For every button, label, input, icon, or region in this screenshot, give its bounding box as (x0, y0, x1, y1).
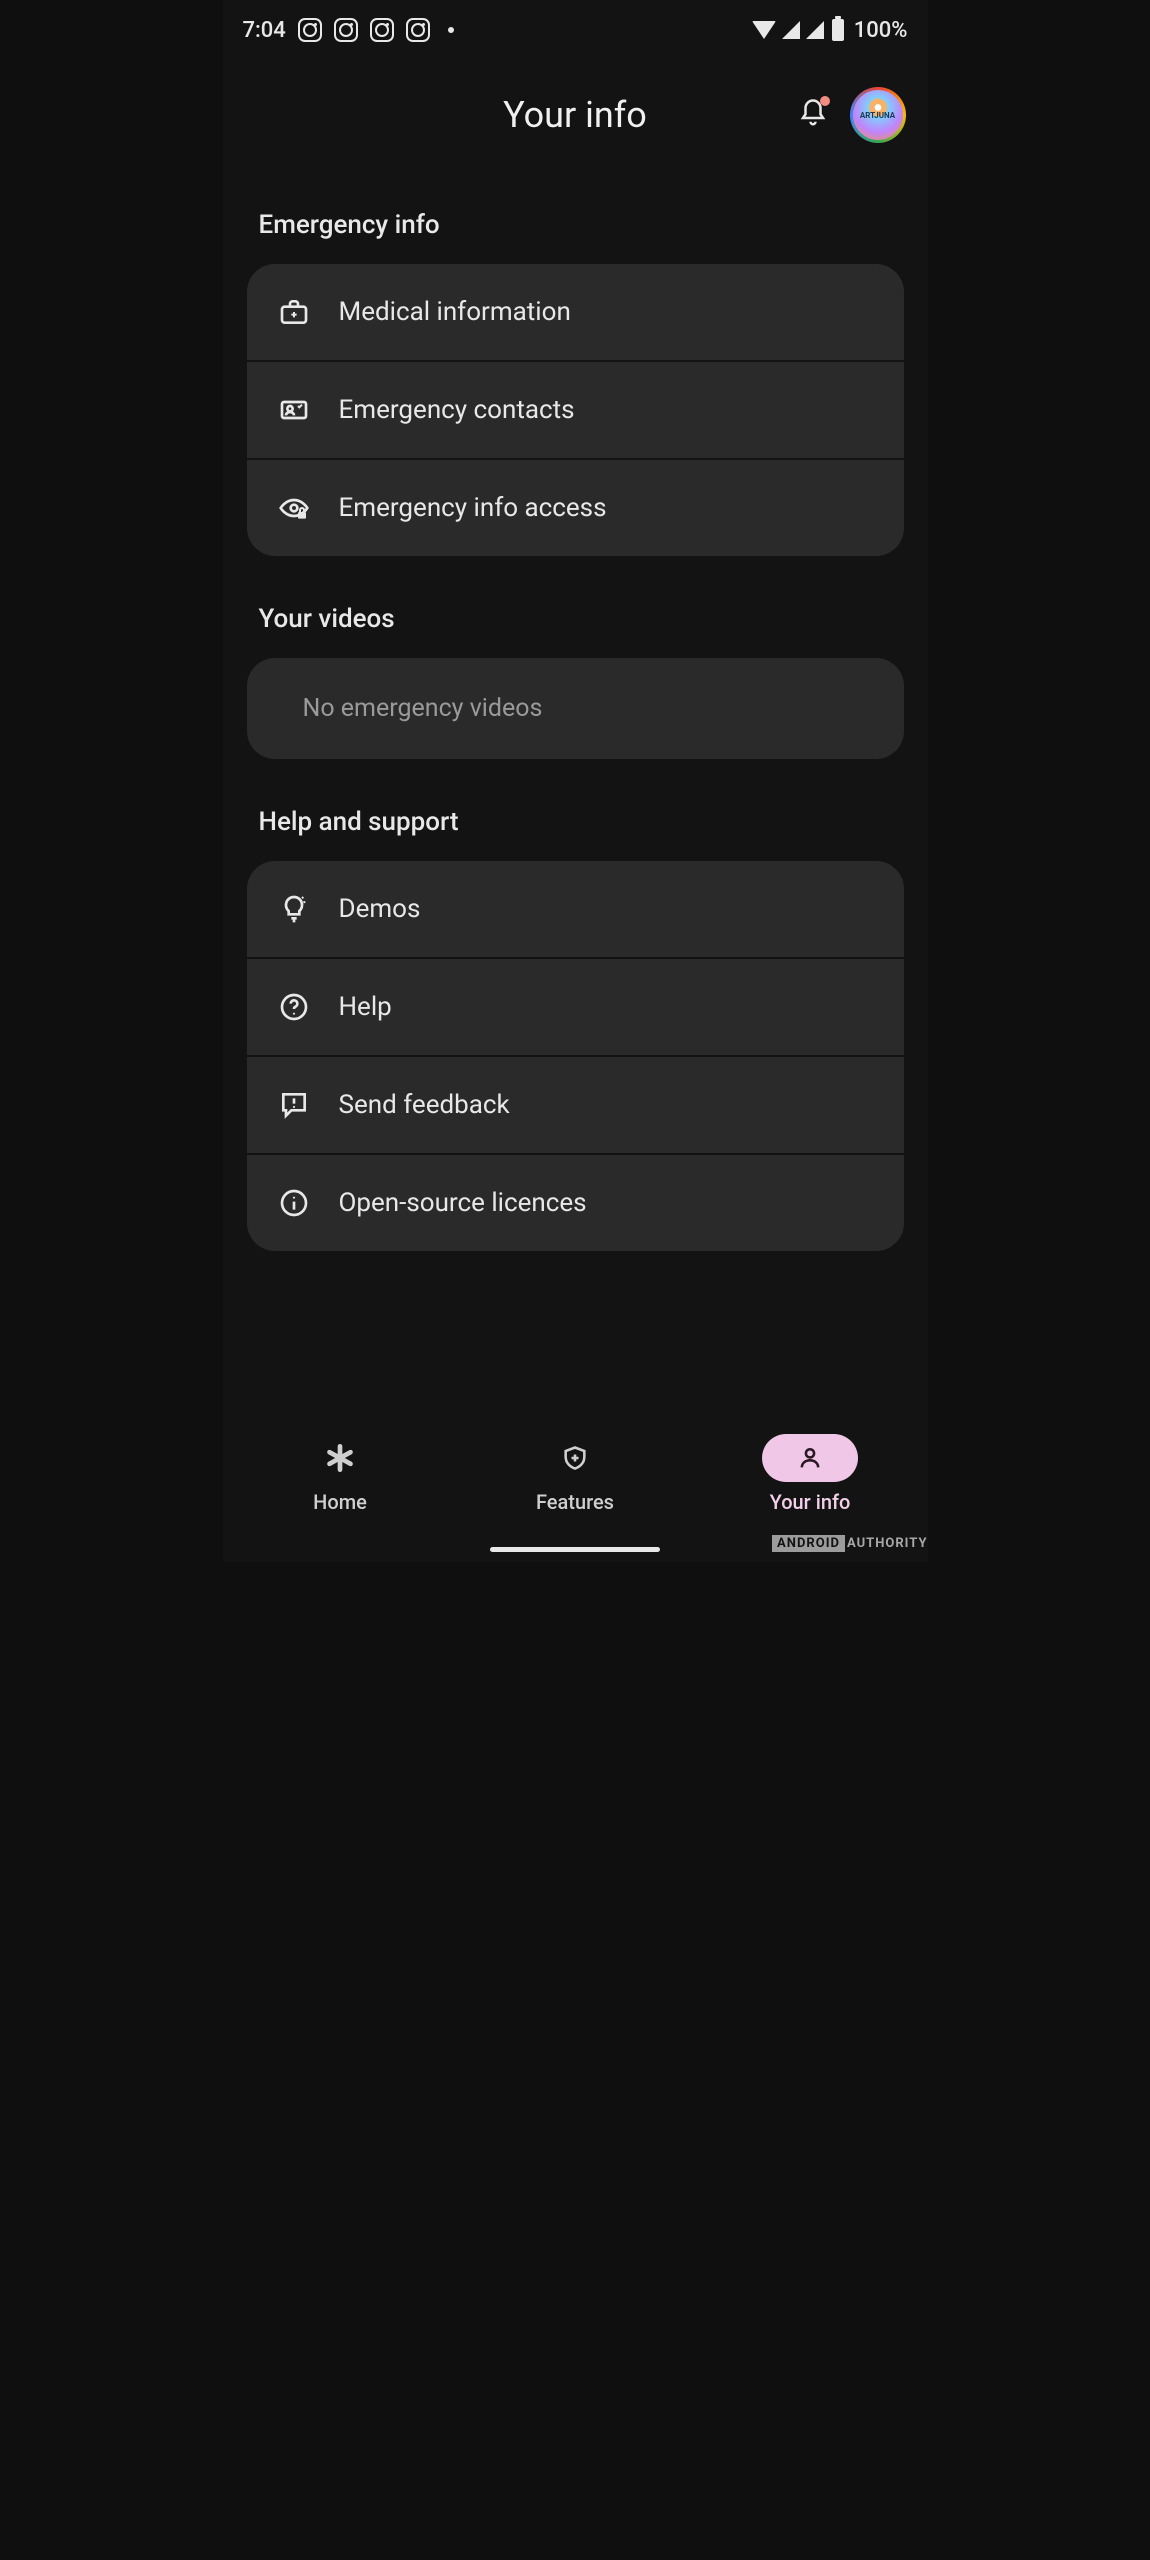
signal-icon (782, 21, 800, 39)
item-label: Open-source licences (339, 1188, 587, 1218)
item-label: Medical information (339, 297, 571, 327)
nav-label: Your info (770, 1490, 851, 1514)
help-support-card: Demos Help Send feedback Open-source lic… (247, 861, 904, 1251)
medical-icon (277, 296, 311, 328)
section-header-emergency: Emergency info (247, 200, 904, 264)
device-frame: 7:04 100% Your info ARTJUNA (223, 0, 928, 1562)
contacts-icon (277, 394, 311, 426)
item-label: Demos (339, 894, 421, 924)
watermark-brand: ANDROID (772, 1535, 845, 1552)
avatar-label: ARTJUNA (853, 90, 903, 140)
help-item[interactable]: Help (247, 959, 904, 1057)
instagram-notification-icon (334, 18, 358, 42)
shield-plus-icon (561, 1444, 589, 1472)
videos-card: No emergency videos (247, 658, 904, 759)
visibility-lock-icon (277, 492, 311, 524)
nav-your-info[interactable]: Your info (762, 1434, 858, 1514)
content: Emergency info Medical information Emerg… (223, 170, 928, 1251)
demos-item[interactable]: Demos (247, 861, 904, 959)
no-videos-message: No emergency videos (247, 658, 904, 759)
status-right: 100% (752, 18, 908, 43)
empty-label: No emergency videos (303, 694, 543, 723)
lightbulb-icon (277, 893, 311, 925)
open-source-licences-item[interactable]: Open-source licences (247, 1155, 904, 1251)
signal-icon (806, 21, 824, 39)
status-left: 7:04 (243, 18, 454, 43)
notification-dot (820, 96, 830, 106)
nav-home[interactable]: Home (292, 1434, 388, 1514)
battery-percent: 100% (854, 18, 908, 43)
nav-features[interactable]: Features (527, 1434, 623, 1514)
battery-icon (832, 19, 844, 41)
item-label: Emergency contacts (339, 395, 575, 425)
send-feedback-item[interactable]: Send feedback (247, 1057, 904, 1155)
app-header: Your info ARTJUNA (223, 60, 928, 170)
wifi-icon (752, 21, 776, 39)
emergency-contacts-item[interactable]: Emergency contacts (247, 362, 904, 460)
info-icon (277, 1187, 311, 1219)
item-label: Send feedback (339, 1090, 510, 1120)
page-title: Your info (503, 94, 647, 136)
item-label: Emergency info access (339, 493, 607, 523)
watermark: ANDROID AUTHORITY (772, 1535, 927, 1552)
profile-avatar[interactable]: ARTJUNA (850, 87, 906, 143)
gesture-bar[interactable] (490, 1547, 660, 1552)
watermark-sub: AUTHORITY (847, 1536, 928, 1551)
status-bar: 7:04 100% (223, 0, 928, 60)
person-icon (796, 1444, 824, 1472)
feedback-icon (277, 1089, 311, 1121)
clock: 7:04 (243, 18, 286, 43)
header-actions: ARTJUNA (798, 87, 906, 143)
nav-label: Home (313, 1490, 367, 1514)
more-notifications-dot (448, 27, 454, 33)
instagram-notification-icon (298, 18, 322, 42)
asterisk-icon (326, 1444, 354, 1472)
medical-information-item[interactable]: Medical information (247, 264, 904, 362)
instagram-notification-icon (370, 18, 394, 42)
item-label: Help (339, 992, 392, 1022)
notifications-button[interactable] (798, 98, 828, 132)
instagram-notification-icon (406, 18, 430, 42)
emergency-info-access-item[interactable]: Emergency info access (247, 460, 904, 556)
nav-label: Features (536, 1490, 614, 1514)
emergency-info-card: Medical information Emergency contacts E… (247, 264, 904, 556)
help-icon (277, 991, 311, 1023)
section-header-videos: Your videos (247, 594, 904, 658)
section-header-help: Help and support (247, 797, 904, 861)
